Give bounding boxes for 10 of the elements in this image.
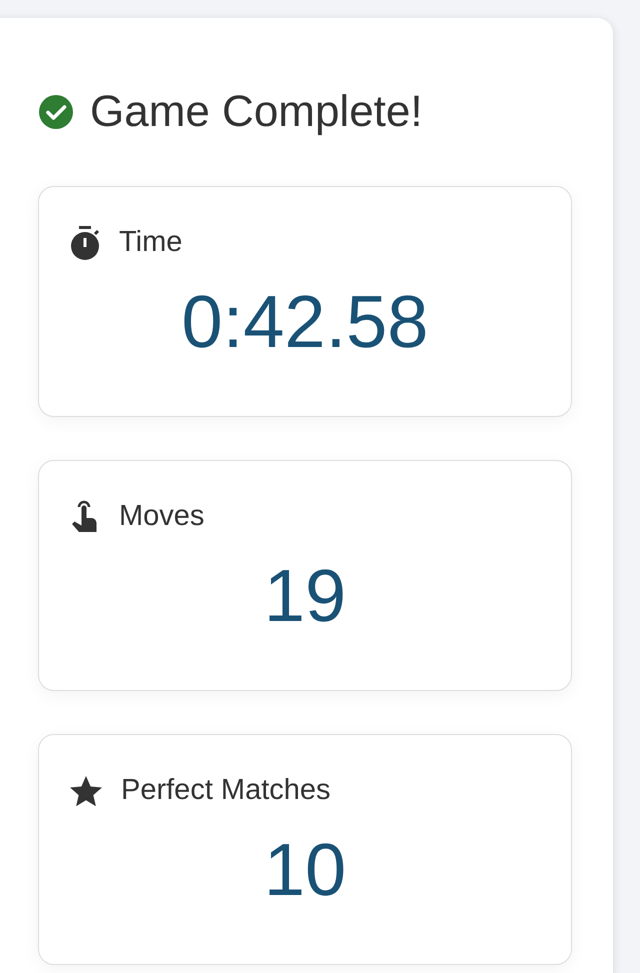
stat-value: 10	[264, 828, 346, 911]
star-icon	[69, 775, 103, 808]
stat-value: 19	[264, 554, 346, 637]
stat-value: 0:42.58	[182, 280, 428, 363]
stat-label: Time	[119, 225, 182, 260]
stat-label: Moves	[119, 499, 204, 534]
stopwatch-icon	[69, 225, 101, 262]
title: Game Complete!	[90, 88, 423, 136]
check-circle-icon	[38, 94, 74, 130]
stat-label: Perfect Matches	[121, 773, 331, 808]
